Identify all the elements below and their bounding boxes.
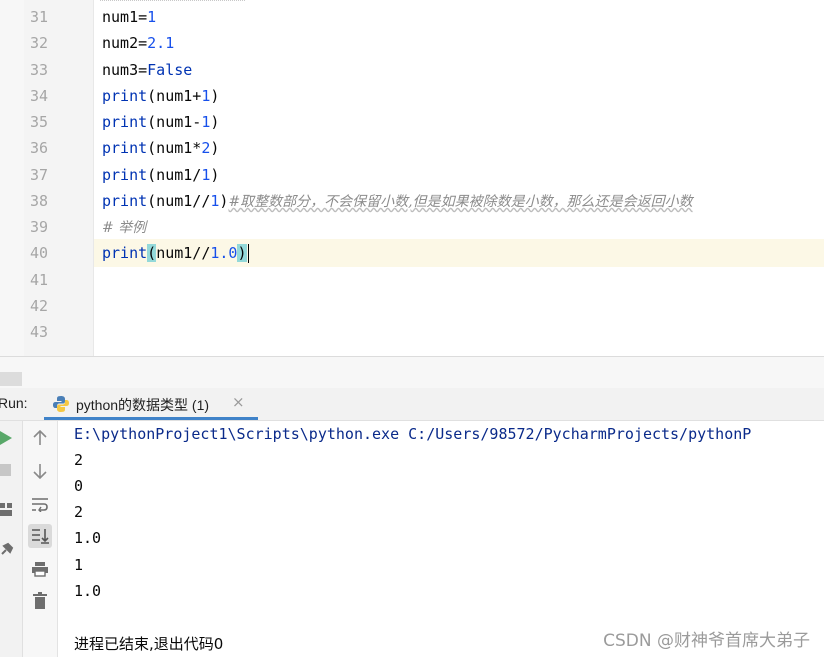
- console-command-line[interactable]: E:\pythonProject1\Scripts\python.exe C:/…: [74, 421, 751, 447]
- run-icon[interactable]: [0, 430, 12, 446]
- code-text: (num1/: [147, 166, 202, 184]
- code-area[interactable]: num1=1 num2=2.1 num3=False print(num1+1)…: [94, 0, 824, 356]
- run-config-tab[interactable]: python的数据类型 (1) ×: [44, 388, 258, 420]
- code-editor[interactable]: 31 32 33 34 35 36 37 38 39 40 41 42 43 n…: [0, 0, 824, 356]
- code-text: ): [210, 139, 220, 157]
- line-number: 36: [29, 139, 48, 157]
- code-line: print(num1/1): [102, 162, 219, 188]
- code-text: ): [210, 87, 220, 105]
- code-comment: # 举例: [102, 220, 147, 236]
- code-text: num3=: [102, 61, 148, 79]
- console-output[interactable]: E:\pythonProject1\Scripts\python.exe C:/…: [58, 421, 824, 657]
- text-caret: [247, 244, 249, 263]
- code-text: num2=: [102, 34, 148, 52]
- panel-splitter[interactable]: [0, 356, 824, 389]
- line-number: 33: [29, 61, 48, 79]
- console-output-line: 1.0: [74, 582, 102, 600]
- code-text: (num1*: [147, 139, 202, 157]
- code-text: ): [210, 113, 220, 131]
- run-action-bar: [0, 421, 23, 657]
- builtin-call: print: [102, 244, 148, 262]
- run-tool-window-header: Run: python的数据类型 (1) ×: [0, 388, 824, 421]
- python-icon: [53, 396, 69, 412]
- code-line: num1=1: [102, 4, 156, 30]
- run-label: Run:: [0, 395, 28, 411]
- code-text: (num1+: [147, 87, 202, 105]
- code-line: print(num1+1): [102, 83, 219, 109]
- soft-wrap-icon[interactable]: [28, 492, 52, 516]
- code-text: num1=: [102, 8, 148, 26]
- code-text: (num1-: [147, 113, 202, 131]
- process-exit-message: 进程已结束,退出代码0: [74, 635, 224, 653]
- console-output-line: 2: [74, 503, 84, 521]
- fold-divider: [100, 0, 245, 1]
- line-number: 37: [29, 166, 48, 184]
- code-line-current: print(num1//1.0): [102, 240, 249, 266]
- line-number: 31: [29, 8, 48, 26]
- line-number: 43: [29, 323, 48, 341]
- builtin-call: print: [102, 113, 148, 131]
- line-number: 41: [29, 271, 48, 289]
- code-comment: #取整数部分，不会保留小数,但是如果被除数是小数，那么还是会返回小数: [228, 194, 693, 210]
- line-number: 32: [29, 34, 48, 52]
- builtin-call: print: [102, 192, 148, 210]
- print-icon[interactable]: [28, 557, 52, 581]
- line-number: 35: [29, 113, 48, 131]
- builtin-call: print: [102, 139, 148, 157]
- close-icon[interactable]: ×: [232, 393, 245, 411]
- code-line: # 举例: [102, 214, 146, 240]
- keyword: False: [147, 61, 193, 79]
- number-literal: 1.0: [210, 244, 238, 262]
- builtin-call: print: [102, 166, 148, 184]
- arrow-up-icon[interactable]: [28, 426, 52, 450]
- pin-icon[interactable]: [0, 542, 14, 556]
- line-number: 34: [29, 87, 48, 105]
- editor-left-strip: [0, 0, 24, 356]
- console-toolbar: [23, 421, 58, 657]
- number-literal: 1: [147, 8, 157, 26]
- line-number: 40: [29, 244, 48, 262]
- scroll-to-end-icon[interactable]: [28, 524, 52, 548]
- layout-icon[interactable]: [0, 503, 13, 517]
- line-number: 42: [29, 297, 48, 315]
- console-output-line: 1.0: [74, 529, 102, 547]
- console-output-line: 0: [74, 477, 84, 495]
- code-text: ): [210, 166, 220, 184]
- code-line: print(num1-1): [102, 109, 219, 135]
- console-output-line: 2: [74, 451, 84, 469]
- arrow-down-icon[interactable]: [28, 459, 52, 483]
- trash-icon[interactable]: [28, 589, 52, 613]
- code-text: (num1//: [147, 192, 211, 210]
- line-number: 38: [29, 192, 48, 210]
- watermark: CSDN @财神爷首席大弟子: [603, 631, 810, 651]
- stop-icon[interactable]: [0, 464, 11, 476]
- code-line: num2=2.1: [102, 30, 174, 56]
- code-text: num1//: [156, 244, 211, 262]
- builtin-call: print: [102, 87, 148, 105]
- number-literal: 2.1: [147, 34, 175, 52]
- run-tab-label: python的数据类型 (1): [76, 397, 210, 413]
- code-line: print(num1//1)#取整数部分，不会保留小数,但是如果被除数是小数，那…: [102, 188, 693, 214]
- line-number: 39: [29, 218, 48, 236]
- code-line: num3=False: [102, 57, 192, 83]
- splitter-handle[interactable]: [0, 372, 22, 386]
- matched-brace: (: [147, 244, 157, 262]
- code-line: print(num1*2): [102, 135, 219, 161]
- matched-brace: ): [237, 244, 247, 262]
- console-output-line: 1: [74, 556, 84, 574]
- line-number-gutter: 31 32 33 34 35 36 37 38 39 40 41 42 43: [24, 0, 94, 356]
